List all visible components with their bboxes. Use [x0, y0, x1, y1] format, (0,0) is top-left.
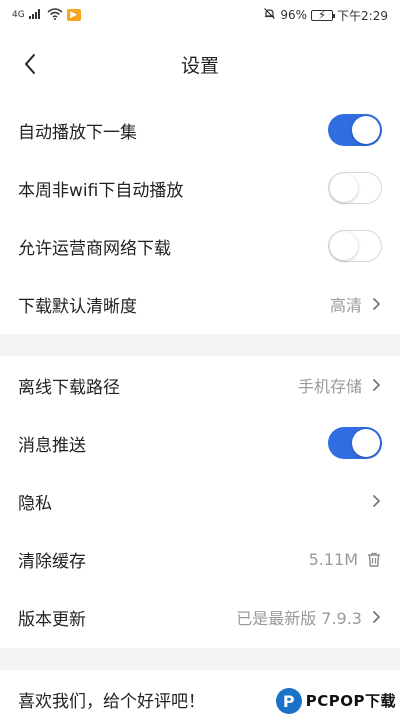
setting-row-offline-path[interactable]: 离线下载路径 手机存储 [0, 356, 400, 414]
wifi-icon [47, 7, 63, 23]
setting-label: 版本更新 [18, 609, 86, 630]
signal-icon [28, 8, 43, 22]
chevron-right-icon [370, 377, 382, 393]
setting-value: 手机存储 [297, 377, 362, 396]
setting-label: 清除缓存 [18, 551, 86, 572]
autoplay-next-toggle[interactable] [328, 114, 382, 146]
setting-row-clear-cache[interactable]: 清除缓存 5.11M [0, 530, 400, 588]
clock-time: 下午2:29 [337, 8, 388, 23]
setting-row-push-notifications[interactable]: 消息推送 [0, 414, 400, 472]
chevron-left-icon [25, 54, 35, 74]
battery-percent: 96% [280, 8, 308, 22]
chevron-right-icon [370, 296, 382, 312]
setting-label: 消息推送 [18, 435, 86, 456]
section-divider [0, 648, 400, 670]
pcpop-logo-icon: P [275, 688, 302, 714]
nav-header: 设置 [0, 36, 400, 92]
version-value: 已是最新版 7.9.3 [236, 609, 362, 628]
setting-row-carrier-download[interactable]: 允许运营商网络下载 [0, 217, 400, 275]
toggle-knob [330, 231, 358, 260]
setting-label: 自动播放下一集 [18, 122, 137, 143]
status-left: 4G ▶ [12, 7, 81, 23]
settings-group-playback: 自动播放下一集 本周非wifi下自动播放 允许运营商网络下载 下载默认清晰度 高… [0, 101, 400, 333]
status-bar: 4G ▶ 96% ⚡ 下午2:29 [0, 0, 400, 30]
chevron-right-icon [370, 493, 382, 509]
carrier-download-toggle[interactable] [328, 230, 382, 262]
network-type: 4G [12, 10, 25, 20]
watermark-brand: PCPOP下载 [305, 691, 396, 710]
setting-row-version-update[interactable]: 版本更新 已是最新版 7.9.3 [0, 588, 400, 646]
mute-bell-icon [263, 7, 276, 23]
setting-row-privacy[interactable]: 隐私 [0, 472, 400, 530]
battery-icon: ⚡ [311, 8, 336, 22]
toggle-knob [352, 116, 380, 144]
setting-row-weekly-non-wifi-autoplay[interactable]: 本周非wifi下自动播放 [0, 159, 400, 217]
settings-group-general: 离线下载路径 手机存储 消息推送 隐私 清除缓存 5.11M 版本更新 已是最新… [0, 356, 400, 646]
setting-label: 允许运营商网络下载 [18, 238, 171, 259]
watermark-text: PCPOP下载 [305, 691, 396, 710]
pcpop-watermark: P PCPOP下载 [275, 688, 396, 714]
setting-row-autoplay-next[interactable]: 自动播放下一集 [0, 101, 400, 159]
section-divider [0, 334, 400, 356]
toggle-knob [352, 429, 380, 457]
settings-screen: 4G ▶ 96% ⚡ 下午2:29 设置 自动播放下一集 本周非wifi下自动播… [0, 0, 400, 720]
chevron-right-icon [370, 609, 382, 625]
setting-label: 隐私 [18, 493, 52, 514]
setting-label: 下载默认清晰度 [18, 296, 137, 317]
video-app-icon: ▶ [66, 9, 81, 21]
back-button[interactable] [14, 48, 46, 80]
cache-size-value: 5.11M [308, 549, 358, 569]
setting-value: 高清 [329, 296, 362, 315]
push-notifications-toggle[interactable] [328, 427, 382, 459]
toggle-knob [330, 173, 358, 202]
non-wifi-autoplay-toggle[interactable] [328, 172, 382, 204]
setting-label: 本周非wifi下自动播放 [18, 180, 184, 201]
setting-label: 离线下载路径 [18, 377, 120, 398]
trash-icon[interactable] [366, 551, 382, 567]
status-right: 96% ⚡ 下午2:29 [263, 7, 388, 24]
setting-row-default-resolution[interactable]: 下载默认清晰度 高清 [0, 275, 400, 333]
page-title: 设置 [180, 54, 219, 77]
